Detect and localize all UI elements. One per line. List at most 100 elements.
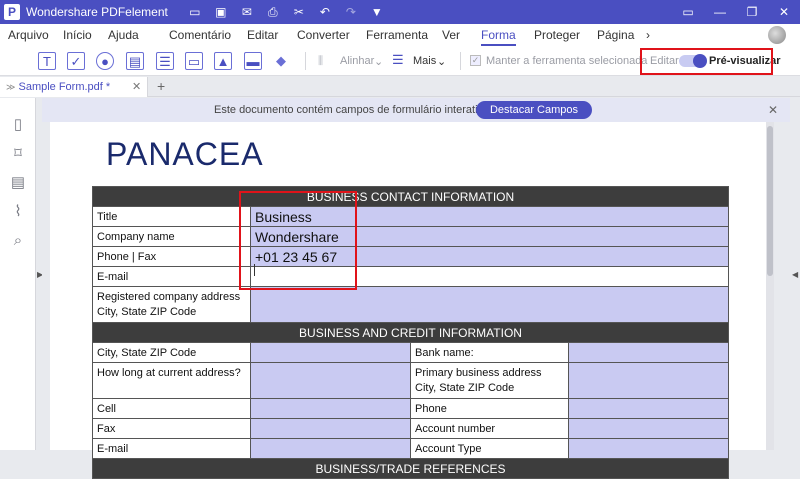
button-tool-icon[interactable]: ▭ <box>185 52 203 70</box>
field-label-address: Registered company address City, State Z… <box>92 286 251 323</box>
document-logo: PANACEA <box>106 136 264 172</box>
collapse-right-arrow-icon[interactable]: ◀ <box>792 270 798 279</box>
window-controls: ▭ — ❐ ✕ <box>672 0 800 24</box>
credit-label-fax: Fax <box>92 418 251 439</box>
address-label-line2: City, State ZIP Code <box>97 305 197 318</box>
section-header-credit: BUSINESS AND CREDIT INFORMATION <box>92 322 729 343</box>
tab-close-icon[interactable]: ✕ <box>132 77 141 97</box>
more-button[interactable]: Mais <box>413 55 436 67</box>
more-dropdown-icon: ⌄ <box>437 56 447 68</box>
undo-icon[interactable]: ↶ <box>312 5 338 19</box>
save-icon[interactable]: ▣ <box>208 5 234 19</box>
menu-forma[interactable]: Forma <box>481 28 516 46</box>
tab-sample-form[interactable]: ≫ Sample Form.pdf * ✕ <box>0 77 148 97</box>
highlight-fields-button[interactable]: Destacar Campos <box>476 101 592 119</box>
credit-label-bank: Bank name: <box>410 342 569 363</box>
credit-email-field[interactable] <box>250 438 411 459</box>
customize-dropdown-icon[interactable]: ▼ <box>364 5 390 19</box>
credit-label-account-number: Account number <box>410 418 569 439</box>
how-long-field[interactable] <box>250 362 411 399</box>
credit-label-email: E-mail <box>92 438 251 459</box>
align-dropdown-icon: ⌄ <box>374 56 384 68</box>
primary-address-line2: City, State ZIP Code <box>415 381 515 394</box>
list-box-tool-icon[interactable]: ☰ <box>156 52 174 70</box>
thumbnails-icon[interactable]: ▯ <box>9 116 27 134</box>
banner-message: Este documento contém campos de formulár… <box>214 104 498 116</box>
app-title: Wondershare PDFelement <box>26 5 168 19</box>
menu-editar[interactable]: Editar <box>247 28 278 42</box>
tab-collapse-icon[interactable]: ≫ <box>6 82 15 92</box>
checkbox-tool-icon[interactable]: ✓ <box>67 52 85 70</box>
form-notice-banner: Este documento contém campos de formulár… <box>42 98 790 122</box>
scissors-icon[interactable]: ✂ <box>286 5 312 19</box>
bank-name-field[interactable] <box>568 342 729 363</box>
cell-field[interactable] <box>250 398 411 419</box>
restore-icon[interactable]: ❐ <box>736 0 768 24</box>
align-icon: ⫼ <box>318 55 324 67</box>
search-icon[interactable]: ⌕ <box>9 232 27 250</box>
account-number-field[interactable] <box>568 418 729 439</box>
menu-pagina[interactable]: Página <box>597 28 634 42</box>
menu-comentario[interactable]: Comentário <box>169 28 231 42</box>
tab-label: Sample Form.pdf * <box>18 81 111 93</box>
phone-field[interactable] <box>568 398 729 419</box>
mail-icon[interactable]: ✉ <box>234 5 260 19</box>
field-label-company: Company name <box>92 226 251 247</box>
credit-city-field[interactable] <box>250 342 411 363</box>
address-field[interactable] <box>250 286 729 323</box>
close-icon[interactable]: ✕ <box>768 0 800 24</box>
new-tab-plus-icon[interactable]: + <box>157 78 165 94</box>
menu-proteger[interactable]: Proteger <box>534 28 580 42</box>
menu-bar: Arquivo Início Ajuda Comentário Editar C… <box>0 24 800 46</box>
keep-tool-label: Manter a ferramenta selecionada <box>486 55 648 67</box>
avatar[interactable] <box>768 26 786 44</box>
redo-icon[interactable]: ↷ <box>338 5 364 19</box>
keep-tool-checkbox[interactable]: ✓ <box>470 55 481 66</box>
vertical-scrollbar[interactable] <box>766 122 774 450</box>
section-header-references: BUSINESS/TRADE REFERENCES <box>92 458 729 479</box>
banner-close-icon[interactable]: ✕ <box>768 103 778 117</box>
credit-label-primary-address: Primary business address City, State ZIP… <box>410 362 569 399</box>
image-field-tool-icon[interactable]: ▲ <box>214 52 232 70</box>
menu-arquivo[interactable]: Arquivo <box>8 28 49 42</box>
more-menu-icon[interactable]: ☰ <box>392 52 404 68</box>
maximize-panel-icon[interactable]: ▭ <box>672 0 704 24</box>
attachment-icon[interactable]: ⌇ <box>9 203 27 221</box>
app-logo-icon: P <box>4 4 20 20</box>
combo-box-tool-icon[interactable]: ▤ <box>126 52 144 70</box>
eraser-tool-icon[interactable]: ◆ <box>272 52 290 70</box>
credit-label-phone: Phone <box>410 398 569 419</box>
menu-ferramenta[interactable]: Ferramenta <box>366 28 428 42</box>
radio-button-tool-icon[interactable]: ● <box>96 52 114 70</box>
menu-inicio[interactable]: Início <box>63 28 92 42</box>
credit-label-how-long: How long at current address? <box>92 362 251 399</box>
signature-field-tool-icon[interactable]: ▬ <box>244 52 262 70</box>
menu-ver[interactable]: Ver <box>442 28 460 42</box>
print-icon[interactable]: ⎙ <box>260 5 286 20</box>
text-cursor <box>254 264 255 276</box>
comment-icon[interactable]: ▤ <box>9 174 27 192</box>
toolbar-divider <box>305 52 306 70</box>
menu-ajuda[interactable]: Ajuda <box>108 28 139 42</box>
field-label-phone-fax: Phone | Fax <box>92 246 251 267</box>
scrollbar-thumb[interactable] <box>767 126 773 276</box>
account-type-field[interactable] <box>568 438 729 459</box>
bookmark-icon[interactable]: ⌑ <box>9 145 27 163</box>
credit-label-city: City, State ZIP Code <box>92 342 251 363</box>
section-header-contact: BUSINESS CONTACT INFORMATION <box>92 186 729 207</box>
field-label-title: Title <box>92 206 251 227</box>
toolbar-divider <box>460 52 461 70</box>
primary-address-field[interactable] <box>568 362 729 399</box>
folder-icon[interactable]: ▭ <box>182 5 208 19</box>
highlight-box-filled-fields <box>239 191 357 290</box>
primary-address-line1: Primary business address <box>415 366 542 379</box>
field-label-email: E-mail <box>92 266 251 287</box>
menu-converter[interactable]: Converter <box>297 28 350 42</box>
menu-more-chevron-icon[interactable]: › <box>646 28 650 42</box>
align-button[interactable]: Alinhar <box>340 55 374 67</box>
left-sidebar: ▯ ⌑ ▤ ⌇ ⌕ <box>0 98 36 450</box>
fax-field[interactable] <box>250 418 411 439</box>
text-field-tool-icon[interactable]: T <box>38 52 56 70</box>
form-table: BUSINESS CONTACT INFORMATION Title Busin… <box>92 186 729 479</box>
minimize-icon[interactable]: — <box>704 0 736 24</box>
